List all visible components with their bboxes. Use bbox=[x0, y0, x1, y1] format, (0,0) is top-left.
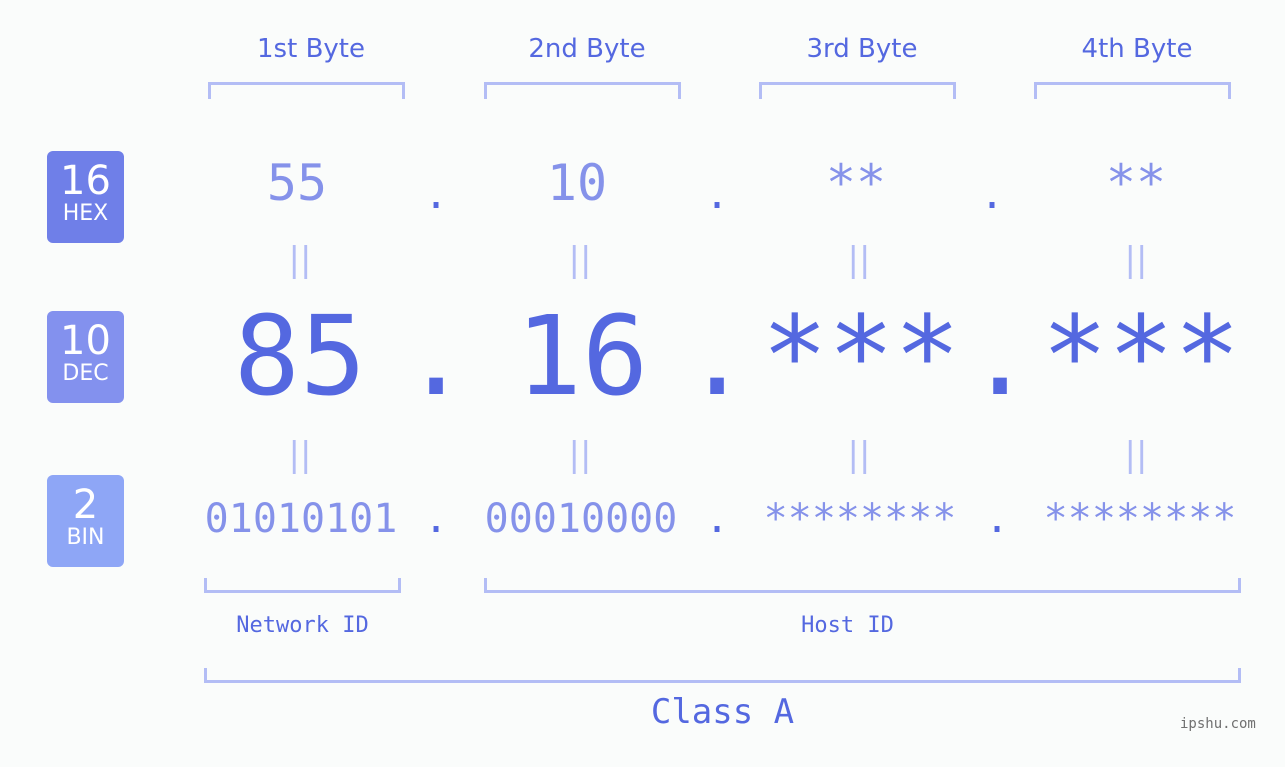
dec-badge-label: DEC bbox=[62, 361, 109, 386]
byte-bracket-1 bbox=[208, 82, 405, 99]
equals-sign: || bbox=[1124, 240, 1148, 280]
byte-bracket-4 bbox=[1034, 82, 1231, 99]
dec-byte-2: 16 bbox=[515, 292, 649, 420]
bin-byte-2: 00010000 bbox=[484, 496, 678, 542]
dec-badge: 10 DEC bbox=[47, 311, 124, 403]
dec-byte-3: *** bbox=[761, 292, 961, 420]
equals-sign: || bbox=[568, 240, 592, 280]
watermark: ipshu.com bbox=[1180, 716, 1256, 732]
byte-label-4: 4th Byte bbox=[1081, 34, 1193, 64]
network-id-label: Network ID bbox=[236, 613, 369, 638]
dec-byte-1: 85 bbox=[233, 292, 367, 420]
equals-sign: || bbox=[288, 435, 312, 475]
equals-sign: || bbox=[288, 240, 312, 280]
class-label: Class A bbox=[650, 692, 795, 732]
hex-dot-2: . bbox=[704, 172, 730, 218]
hex-byte-3: ** bbox=[825, 154, 887, 212]
hex-byte-4: ** bbox=[1105, 154, 1167, 212]
bin-badge-number: 2 bbox=[72, 482, 99, 528]
hex-badge-label: HEX bbox=[62, 201, 109, 226]
hex-dot-3: . bbox=[979, 172, 1005, 218]
byte-label-3: 3rd Byte bbox=[806, 34, 918, 64]
hex-badge: 16 HEX bbox=[47, 151, 124, 243]
network-id-bracket bbox=[204, 578, 401, 593]
equals-sign: || bbox=[568, 435, 592, 475]
host-id-label: Host ID bbox=[801, 613, 894, 638]
byte-label-2: 2nd Byte bbox=[528, 34, 646, 64]
bin-byte-3: ******** bbox=[763, 496, 957, 542]
hex-dot-1: . bbox=[423, 172, 449, 218]
dec-badge-number: 10 bbox=[60, 318, 111, 364]
equals-sign: || bbox=[847, 240, 871, 280]
equals-sign: || bbox=[847, 435, 871, 475]
hex-byte-1: 55 bbox=[266, 154, 328, 212]
bin-byte-4: ******** bbox=[1043, 496, 1237, 542]
host-id-bracket bbox=[484, 578, 1241, 593]
hex-badge-number: 16 bbox=[60, 158, 111, 204]
bin-dot-3: . bbox=[984, 496, 1010, 542]
bin-badge: 2 BIN bbox=[47, 475, 124, 567]
byte-bracket-2 bbox=[484, 82, 681, 99]
byte-bracket-3 bbox=[759, 82, 956, 99]
bin-dot-2: . bbox=[704, 496, 730, 542]
bin-badge-label: BIN bbox=[66, 525, 105, 550]
bin-dot-1: . bbox=[423, 496, 449, 542]
bin-byte-1: 01010101 bbox=[204, 496, 398, 542]
equals-sign: || bbox=[1124, 435, 1148, 475]
byte-label-1: 1st Byte bbox=[257, 34, 365, 64]
dec-byte-4: *** bbox=[1041, 292, 1241, 420]
hex-byte-2: 10 bbox=[546, 154, 608, 212]
class-bracket bbox=[204, 668, 1241, 683]
